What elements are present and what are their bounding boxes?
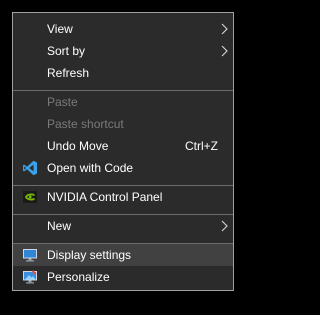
- personalize-icon: [23, 270, 37, 284]
- menu-item-nvidia-control-panel-label: NVIDIA Control Panel: [47, 190, 163, 204]
- menu-item-personalize[interactable]: Personalize: [13, 266, 233, 288]
- menu-item-display-settings-label: Display settings: [47, 248, 132, 262]
- menu-item-open-with-code-label: Open with Code: [47, 161, 134, 175]
- chevron-right-icon: [221, 220, 228, 232]
- menu-item-open-with-code[interactable]: Open with Code: [13, 157, 233, 179]
- menu-item-undo-move-label: Undo Move: [47, 139, 109, 153]
- menu-item-nvidia-control-panel[interactable]: NVIDIA Control Panel: [13, 186, 233, 208]
- menu-item-display-settings[interactable]: Display settings: [13, 244, 233, 266]
- menu-item-new-label: New: [47, 219, 72, 233]
- shortcut-text: Ctrl+Z: [185, 139, 218, 153]
- menu-item-personalize-label: Personalize: [47, 270, 110, 284]
- menu-item-paste-label: Paste: [47, 95, 78, 109]
- display-icon: [23, 249, 37, 262]
- nvidia-icon: [23, 191, 37, 203]
- menu-item-view-label: View: [47, 22, 73, 36]
- menu-item-view[interactable]: View: [13, 18, 233, 40]
- menu-item-undo-move[interactable]: Undo Move Ctrl+Z: [13, 135, 233, 157]
- chevron-right-icon: [221, 23, 228, 35]
- menu-item-paste-shortcut-label: Paste shortcut: [47, 117, 124, 131]
- menu-item-refresh-label: Refresh: [47, 66, 90, 80]
- vscode-icon: [23, 160, 37, 176]
- menu-item-refresh[interactable]: Refresh: [13, 62, 233, 84]
- desktop-context-menu: View Sort by Refresh Paste Paste shortcu…: [12, 12, 234, 291]
- menu-item-sort-by[interactable]: Sort by: [13, 40, 233, 62]
- menu-item-paste: Paste: [13, 91, 233, 113]
- menu-item-sort-by-label: Sort by: [47, 44, 86, 58]
- chevron-right-icon: [221, 45, 228, 57]
- menu-item-new[interactable]: New: [13, 215, 233, 237]
- menu-item-paste-shortcut: Paste shortcut: [13, 113, 233, 135]
